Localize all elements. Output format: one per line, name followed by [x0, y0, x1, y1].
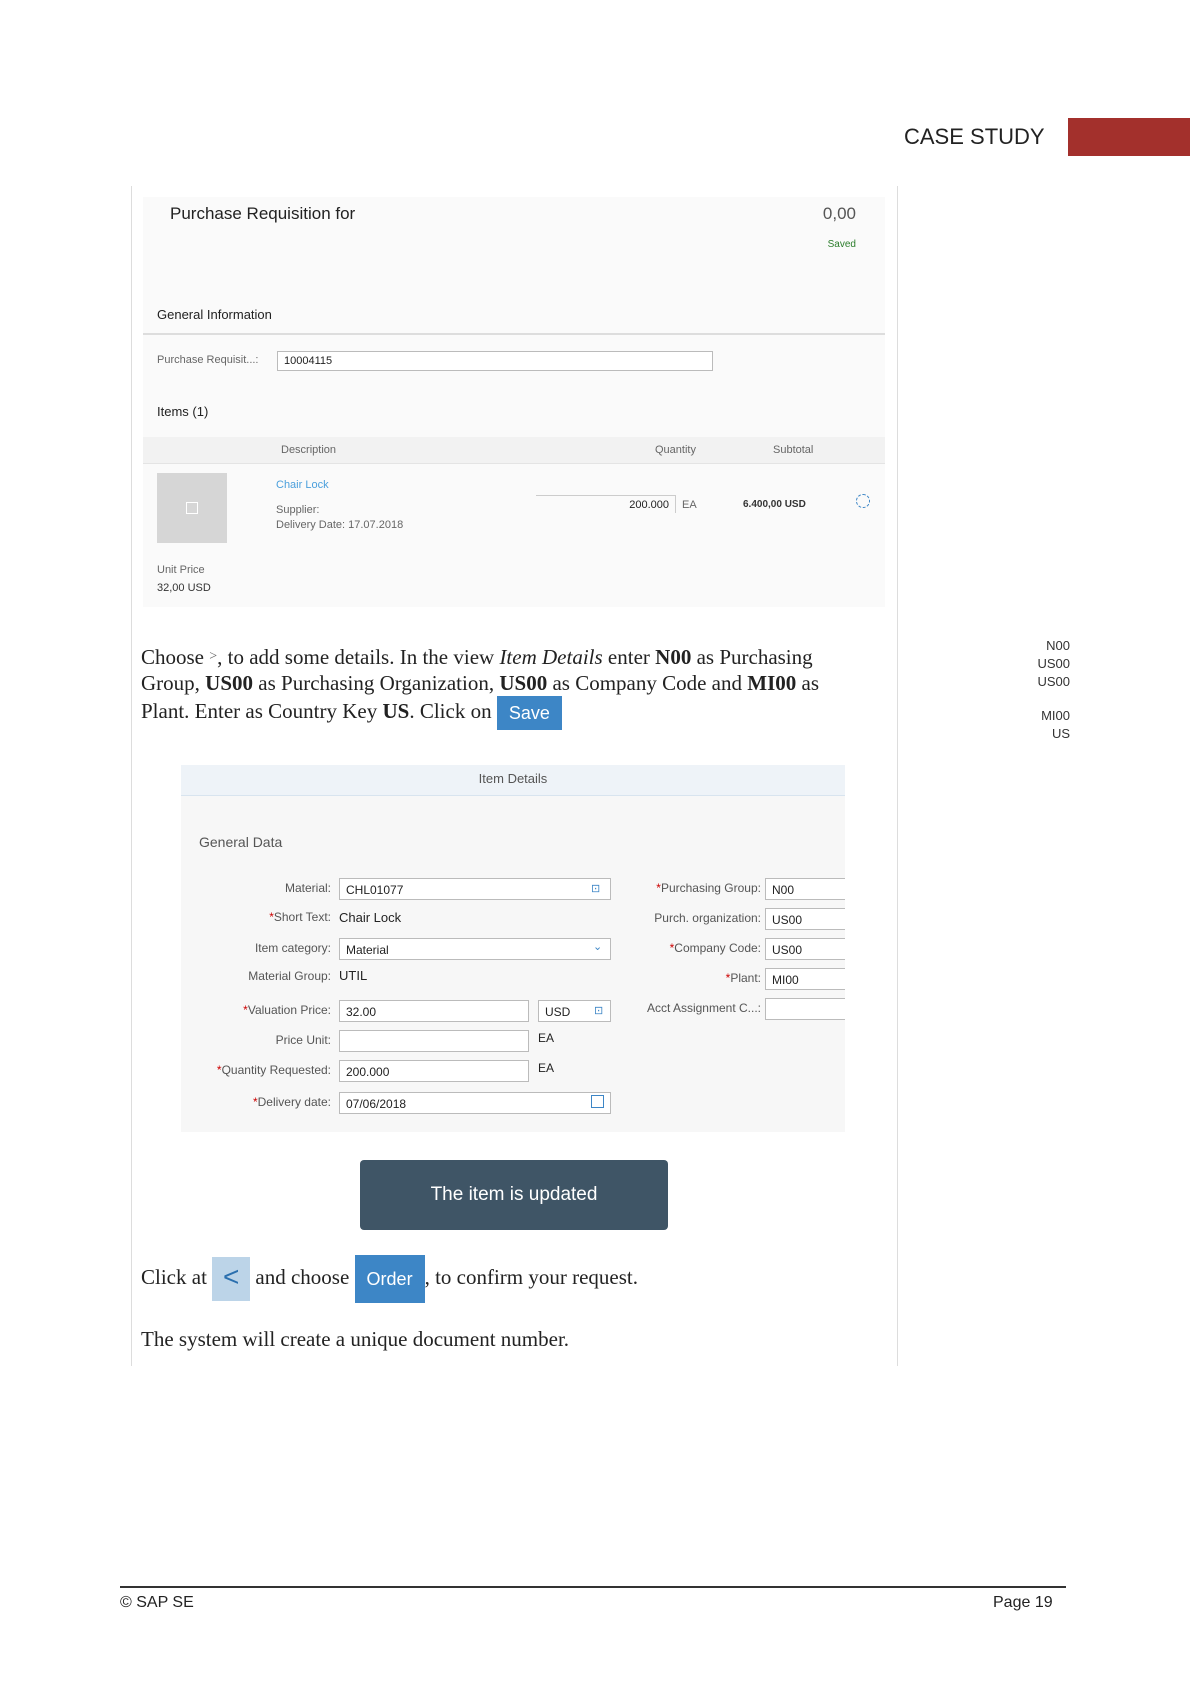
text: , to confirm your request.	[424, 1264, 639, 1289]
supplier-label: Supplier:	[276, 504, 320, 516]
purchasing-group-label: Purchasing Group:	[660, 881, 761, 895]
case-study-label: CASE STUDY	[904, 124, 1045, 149]
pr-number-label: Purchase Requisit...:	[157, 354, 259, 366]
side-note: MI00	[1041, 708, 1070, 723]
material-group-value: UTIL	[339, 968, 368, 983]
text: as Company Code and	[547, 671, 748, 695]
item-details-icon[interactable]	[856, 494, 870, 508]
instruction-paragraph-1: Choose >, to add some details. In the vi…	[141, 644, 861, 730]
text: US00	[499, 671, 548, 695]
text: as Purchasing Organization,	[253, 671, 500, 695]
side-notes: N00 US00 US00 MI00 US	[1010, 637, 1070, 743]
item-name-link[interactable]: Chair Lock	[276, 479, 329, 491]
text: Item Details	[499, 645, 603, 669]
item-category-select[interactable]: Material	[339, 938, 611, 960]
items-table-header: Description Quantity Subtotal	[143, 437, 885, 464]
divider	[143, 333, 885, 335]
item-category-label: Item category:	[254, 941, 331, 955]
header-accent-bar	[1068, 118, 1190, 156]
quantity-requested-label: Quantity Requested:	[221, 1063, 331, 1077]
delivery-date-label: Delivery date:	[257, 1095, 331, 1109]
price-unit-uom: EA	[538, 1031, 555, 1045]
purchasing-org-field[interactable]: US00	[765, 908, 845, 930]
material-group-label: Material Group:	[248, 969, 331, 983]
plant-field[interactable]: MI00	[765, 968, 845, 990]
items-heading: Items (1)	[157, 404, 209, 419]
price-unit-field[interactable]	[339, 1030, 529, 1052]
pr-title: Purchase Requisition for	[170, 204, 356, 223]
company-code-field[interactable]: US00	[765, 938, 845, 960]
text: and choose	[255, 1264, 350, 1289]
footer-copyright: © SAP SE	[120, 1594, 194, 1611]
item-details-title: Item Details	[181, 765, 845, 796]
calendar-icon[interactable]	[591, 1095, 604, 1108]
material-label: Material:	[284, 881, 331, 895]
save-button[interactable]: Save	[496, 696, 562, 730]
text: Choose	[141, 645, 204, 669]
purchasing-org-label: Purch. organization:	[654, 911, 761, 925]
side-note: US00	[1037, 674, 1070, 689]
side-note: US00	[1037, 656, 1070, 671]
instruction-paragraph-2: Click at < and choose Order, to confirm …	[141, 1255, 638, 1303]
quantity-field[interactable]: 200.000	[536, 495, 676, 513]
pr-status: Saved	[827, 239, 856, 250]
image-icon	[186, 502, 198, 514]
quantity-uom: EA	[538, 1061, 555, 1075]
unit-price-label: Unit Price	[157, 564, 205, 576]
quantity-requested-field[interactable]: 200.000	[339, 1060, 529, 1082]
footer-rule	[120, 1586, 1066, 1588]
general-data-heading: General Data	[199, 834, 283, 850]
text: enter	[602, 645, 656, 669]
text: . Click on	[409, 698, 492, 723]
short-text-label: Short Text:	[273, 910, 331, 924]
chevron-down-icon[interactable]: ⌄	[593, 940, 602, 953]
instruction-paragraph-3: The system will create a unique document…	[141, 1327, 570, 1351]
chevron-right-icon: >	[209, 649, 218, 664]
quantity-uom: EA	[682, 499, 697, 511]
delivery-date-field[interactable]: 07/06/2018	[339, 1092, 611, 1114]
left-margin-line	[131, 186, 132, 1366]
acct-assignment-field[interactable]	[765, 998, 845, 1020]
text: , to add some details. In the view	[217, 645, 500, 669]
unit-price: 32,00 USD	[157, 582, 211, 594]
toast-message: The item is updated	[360, 1160, 668, 1230]
item-image-placeholder	[157, 473, 227, 543]
valuation-price-field[interactable]: 32.00	[339, 1000, 529, 1022]
price-unit-label: Price Unit:	[275, 1033, 331, 1047]
plant-label: Plant:	[730, 971, 761, 985]
delivery-date: 17.07.2018	[348, 519, 404, 531]
text: N00	[655, 645, 692, 669]
value-help-icon[interactable]: ⊡	[594, 1004, 603, 1017]
pr-number-field[interactable]: 10004115	[277, 351, 713, 371]
delivery-label: Delivery Date:	[276, 519, 346, 531]
pr-total: 0,00	[822, 204, 856, 223]
back-arrow-icon[interactable]: <	[212, 1257, 251, 1301]
text: MI00	[747, 671, 797, 695]
value-help-icon[interactable]: ⊡	[591, 882, 600, 895]
company-code-label: Company Code:	[674, 941, 761, 955]
valuation-price-label: Valuation Price:	[247, 1003, 331, 1017]
purchasing-group-field[interactable]: N00	[765, 878, 845, 900]
short-text-value: Chair Lock	[339, 910, 402, 925]
col-subtotal: Subtotal	[773, 444, 814, 456]
document-page: CASE STUDY Purchase Requisition for 0,00…	[0, 0, 1200, 1698]
item-subtotal: 6.400,00 USD	[743, 499, 806, 510]
right-margin-line	[897, 186, 898, 1366]
page-number: Page 19	[993, 1594, 1053, 1611]
item-details-screenshot: Item Details General Data Material: CHL0…	[181, 765, 845, 1132]
text: US	[382, 698, 410, 723]
side-note: N00	[1046, 638, 1070, 653]
col-quantity: Quantity	[655, 444, 696, 456]
text: US00	[205, 671, 254, 695]
acct-assignment-label: Acct Assignment C...:	[646, 1001, 761, 1015]
text: Click at	[141, 1264, 207, 1289]
purchase-requisition-screenshot: Purchase Requisition for 0,00 Saved Gene…	[143, 197, 885, 607]
side-note: US	[1051, 726, 1070, 741]
general-info-heading: General Information	[157, 307, 272, 322]
order-button[interactable]: Order	[354, 1255, 425, 1303]
material-field[interactable]: CHL01077	[339, 878, 611, 900]
col-description: Description	[281, 444, 337, 456]
